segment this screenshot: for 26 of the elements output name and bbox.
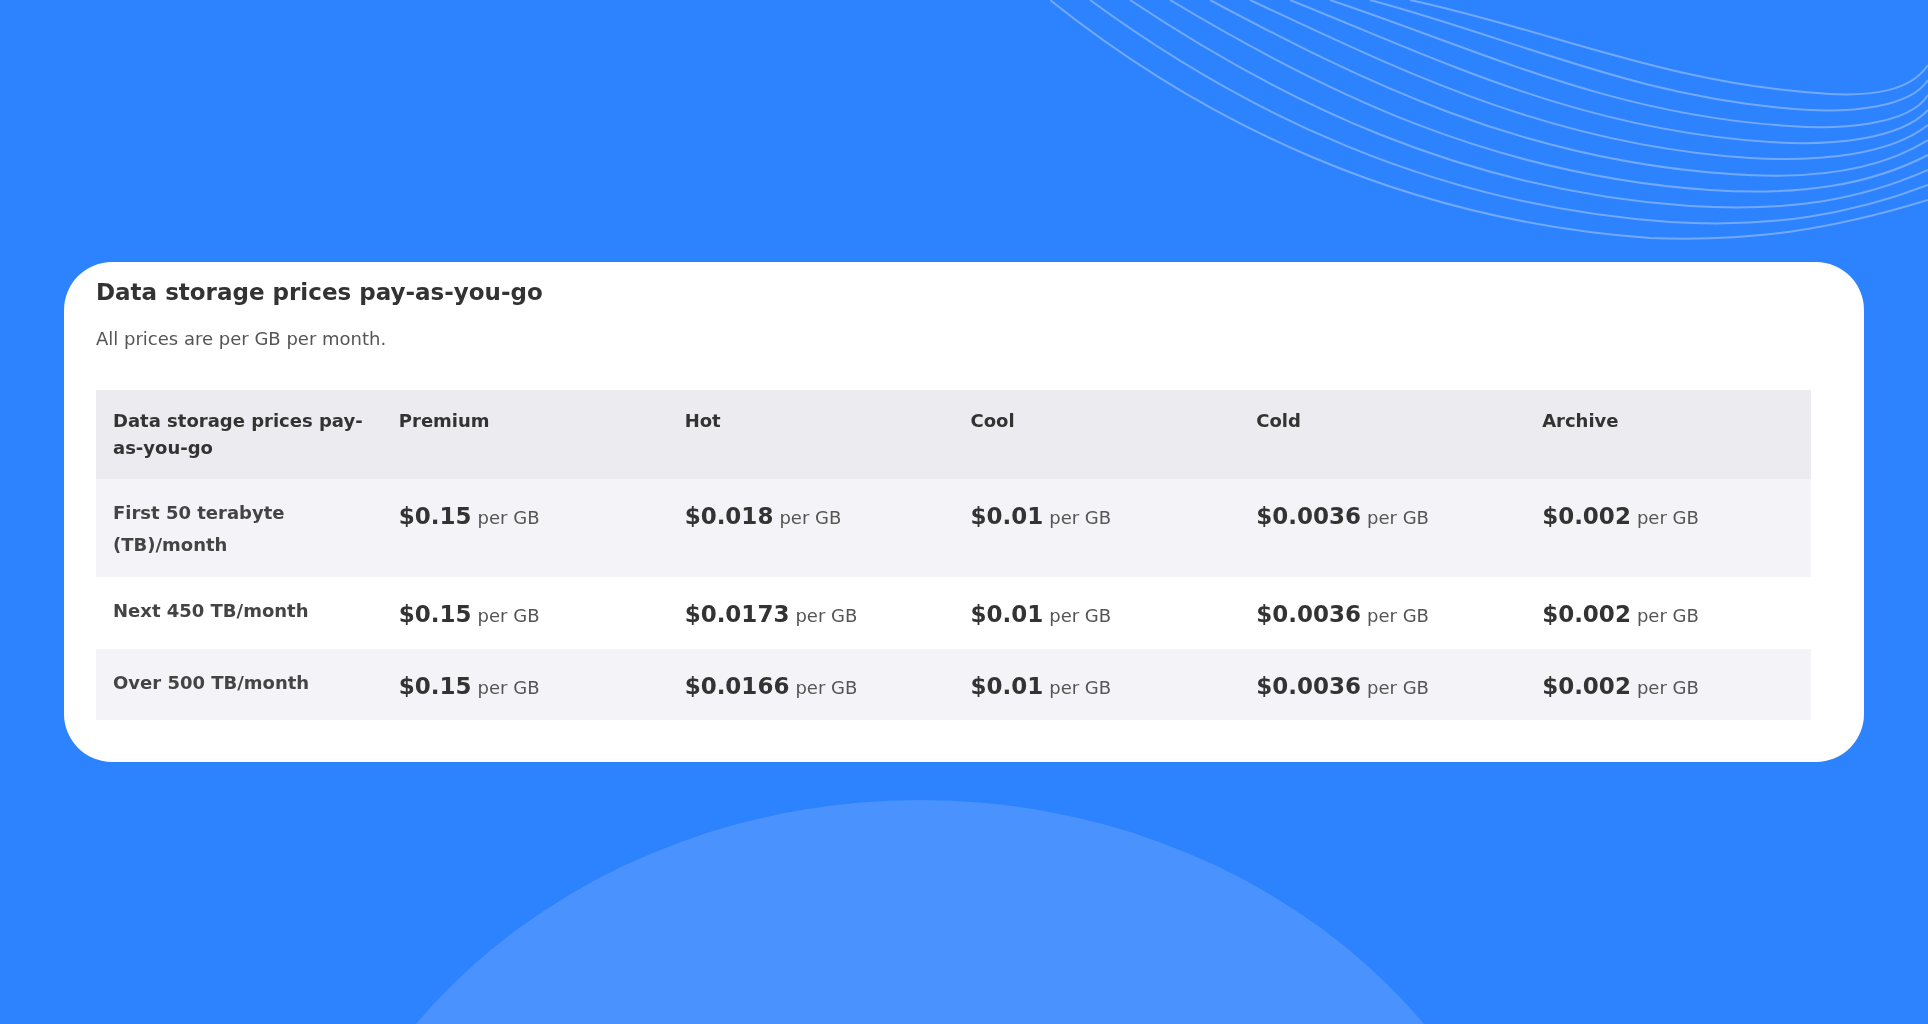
price-cell: $0.018 per GB <box>684 508 842 528</box>
column-header: Archive <box>1542 408 1619 433</box>
price-cell: $0.0036 per GB <box>1256 508 1429 528</box>
price-cell: $0.01 per GB <box>970 606 1112 626</box>
row-label: Over 500 TB/month <box>113 670 310 695</box>
column-header: Hot <box>684 408 721 433</box>
price-cell: $0.0166 per GB <box>684 678 858 698</box>
price-cell: $0.002 per GB <box>1542 508 1699 528</box>
price-cell: $0.15 per GB <box>398 606 540 626</box>
price-cell: $0.0036 per GB <box>1256 678 1429 698</box>
price-cell: $0.0036 per GB <box>1256 606 1429 626</box>
card-subtitle: All prices are per GB per month. <box>96 326 388 351</box>
column-header: Data storage prices pay-as-you-go <box>113 408 363 460</box>
price-cell: $0.01 per GB <box>970 508 1112 528</box>
price-cell: $0.15 per GB <box>398 678 540 698</box>
price-cell: $0.01 per GB <box>970 678 1112 698</box>
column-header: Cool <box>970 408 1015 433</box>
row-label: First 50 terabyte (TB)/month <box>113 500 286 557</box>
price-cell: $0.002 per GB <box>1542 606 1699 626</box>
price-cell: $0.002 per GB <box>1542 678 1699 698</box>
column-header: Cold <box>1256 408 1301 433</box>
price-cell: $0.0173 per GB <box>684 606 858 626</box>
price-cell: $0.15 per GB <box>398 508 540 528</box>
card-title: Data storage prices pay-as-you-go <box>96 278 544 307</box>
column-header: Premium <box>398 408 490 433</box>
row-label: Next 450 TB/month <box>113 598 309 623</box>
